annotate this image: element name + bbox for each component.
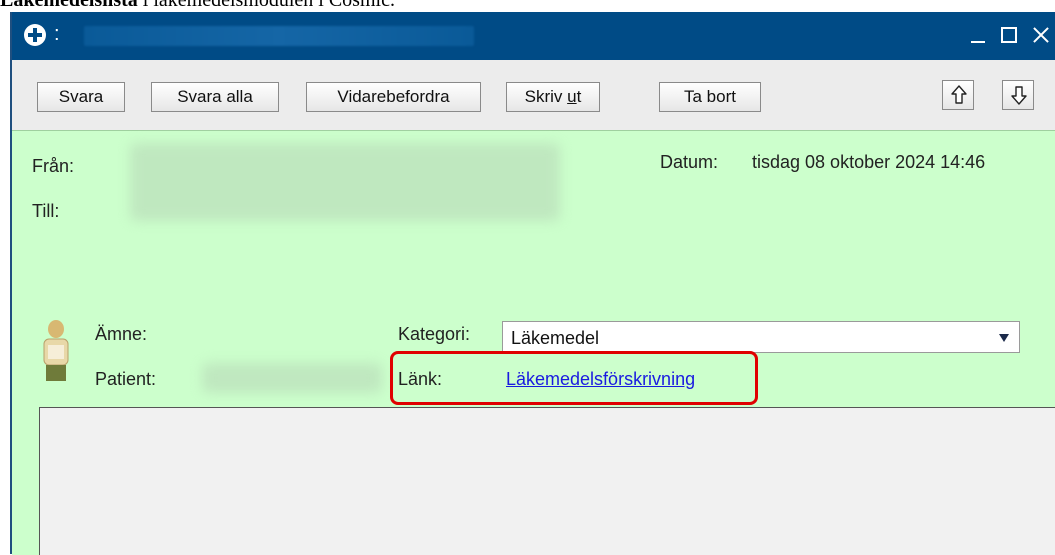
close-icon[interactable] <box>1030 24 1052 46</box>
message-header: Från: Till: Datum: tisdag 08 oktober 202… <box>12 130 1055 555</box>
maximize-icon[interactable] <box>997 24 1019 46</box>
to-label: Till: <box>32 201 60 221</box>
reply-all-button[interactable]: Svara alla <box>151 82 279 112</box>
heading-rest: i läkemedelsmodulen i Cosmic. <box>137 0 395 11</box>
category-select[interactable]: Läkemedel <box>502 321 1020 353</box>
reply-button[interactable]: Svara <box>37 82 125 112</box>
next-message-button[interactable] <box>1002 80 1034 110</box>
category-label: Kategori: <box>398 324 471 344</box>
date-value: tisdag 08 oktober 2024 14:46 <box>752 152 986 172</box>
print-label-post: t <box>576 87 582 106</box>
previous-message-button[interactable] <box>942 80 974 110</box>
title-redacted <box>84 26 474 46</box>
recipients-redacted <box>130 143 560 221</box>
print-mnemonic: u <box>567 87 577 106</box>
delete-button[interactable]: Ta bort <box>659 82 761 112</box>
print-button[interactable]: Skriv ut <box>506 82 600 112</box>
toolbar: Svara Svara alla Vidarebefordra Skriv ut… <box>12 60 1055 130</box>
print-label-pre: Skriv <box>524 87 568 106</box>
patient-redacted <box>202 363 382 393</box>
arrow-up-icon <box>951 85 967 105</box>
document-heading: Läkemedelslista i läkemedelsmodulen i Co… <box>0 0 1055 11</box>
from-label: Från: <box>32 156 75 176</box>
category-value: Läkemedel <box>511 328 600 348</box>
forward-button[interactable]: Vidarebefordra <box>306 82 481 112</box>
minimize-icon[interactable] <box>967 24 989 46</box>
patient-avatar-icon <box>36 319 76 383</box>
cosmic-app-icon <box>24 24 46 46</box>
subject-label: Ämne: <box>95 324 148 344</box>
message-window: : Svara Svara alla Vidarebefordra Skriv … <box>10 12 1055 555</box>
arrow-down-icon <box>1011 85 1027 105</box>
title-bar[interactable]: : <box>12 12 1055 60</box>
title-separator: : <box>54 23 60 45</box>
chevron-down-icon <box>999 334 1009 342</box>
highlight-annotation <box>390 351 758 405</box>
heading-bold: Läkemedelslista <box>0 0 138 11</box>
date-label: Datum: <box>660 152 719 172</box>
message-body[interactable] <box>39 407 1055 555</box>
patient-label: Patient: <box>95 369 157 389</box>
